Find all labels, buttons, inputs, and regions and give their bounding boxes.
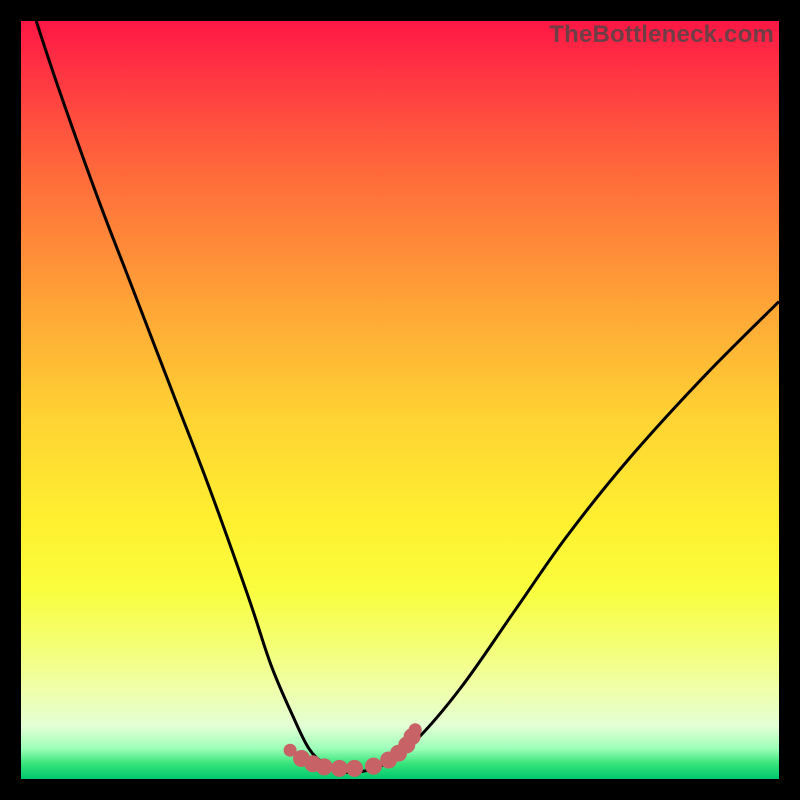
bottom-marker: [316, 758, 333, 775]
bottom-marker-group: [284, 723, 422, 777]
bottleneck-curve-line: [36, 21, 779, 772]
bottom-marker: [346, 760, 363, 777]
bottom-marker: [409, 723, 422, 736]
bottom-marker: [331, 760, 348, 777]
bottom-marker: [365, 758, 382, 775]
bottleneck-chart: [21, 21, 779, 779]
